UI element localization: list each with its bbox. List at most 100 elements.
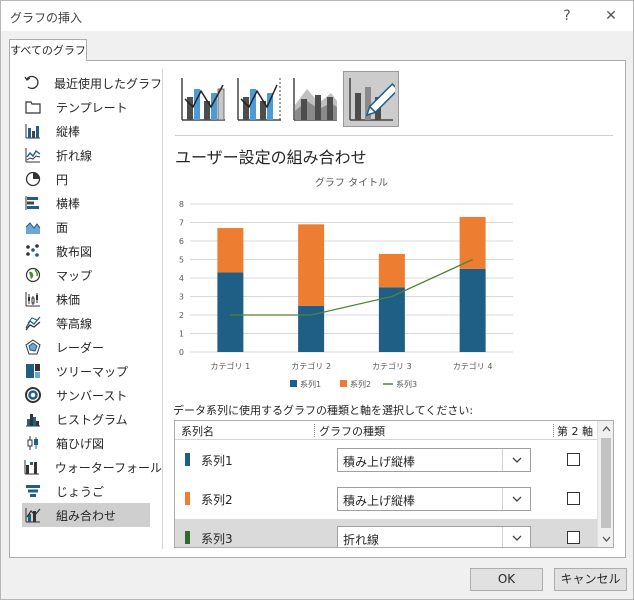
tab-all-charts[interactable]: すべてのグラフ — [9, 39, 87, 61]
line-chart-icon — [24, 146, 42, 164]
series-name: 系列1 — [201, 454, 233, 468]
series-name: 系列2 — [201, 493, 233, 507]
sidebar-item-label: 最近使用したグラフ — [54, 76, 163, 91]
sidebar-item-bar-chart[interactable]: 横棒 — [22, 191, 162, 215]
divider — [162, 69, 163, 549]
clustered-column-line-icon — [181, 78, 225, 121]
bar-chart-icon — [24, 194, 42, 212]
series-name: 系列3 — [201, 532, 233, 546]
secondary-axis-checkbox[interactable] — [567, 531, 580, 544]
subtype-clustered-column-line-secondary[interactable] — [231, 71, 287, 127]
sidebar-item-combo-chart[interactable]: 組み合わせ — [22, 503, 150, 527]
chevron-down-icon[interactable] — [502, 527, 530, 547]
scroll-thumb[interactable] — [601, 438, 611, 528]
sidebar-item-label: 株価 — [56, 292, 81, 307]
header-secondary-axis: 第 2 軸 — [557, 425, 593, 438]
cancel-button[interactable]: キャンセル — [554, 568, 627, 591]
legend-swatch — [340, 380, 347, 387]
y-tick-label: 6 — [179, 237, 184, 246]
sidebar-item-label: マップ — [56, 268, 93, 283]
pie-chart-icon — [24, 170, 42, 188]
series-row[interactable]: 系列3 折れ線 — [175, 519, 597, 547]
help-button[interactable]: ? — [553, 5, 581, 27]
sidebar-item-sunburst-chart[interactable]: サンバースト — [22, 383, 162, 407]
sidebar-item-label: テンプレート — [56, 100, 128, 115]
sidebar-item-waterfall-chart[interactable]: ウォーターフォール — [22, 455, 162, 479]
gallery-separator — [175, 135, 613, 136]
subtype-custom-combination[interactable] — [343, 71, 399, 127]
sidebar-item-label: 折れ線 — [56, 148, 93, 163]
sidebar-item-column-chart[interactable]: 縦棒 — [22, 119, 162, 143]
secondary-axis-checkbox[interactable] — [567, 453, 580, 466]
insert-chart-dialog: グラフの挿入 ? ✕ すべてのグラフ 最近使用したグラフ テンプレート 縦棒 折れ線円… — [0, 0, 634, 600]
sidebar-item-label: 箱ひげ図 — [56, 436, 105, 451]
column-chart-icon — [24, 122, 42, 140]
boxwhisker-chart-icon — [24, 434, 42, 452]
stock-chart-icon — [24, 290, 42, 308]
subtype-clustered-column-line[interactable] — [175, 71, 231, 127]
treemap-chart-icon — [24, 362, 42, 380]
sidebar-item-boxwhisker-chart[interactable]: 箱ひげ図 — [22, 431, 162, 455]
y-tick-label: 1 — [179, 330, 184, 339]
bar-series2 — [217, 228, 244, 273]
scroll-down-icon[interactable] — [598, 531, 613, 547]
sidebar-item-surface-chart[interactable]: 等高線 — [22, 311, 162, 335]
legend-swatch — [290, 380, 297, 387]
sidebar-item-recent[interactable]: 最近使用したグラフ — [22, 71, 162, 95]
chart-type-value: 折れ線 — [343, 533, 380, 547]
y-tick-label: 5 — [179, 256, 184, 265]
header-separator — [314, 424, 315, 437]
sidebar-item-folder[interactable]: テンプレート — [22, 95, 162, 119]
folder-icon — [24, 98, 42, 116]
sidebar-item-map-chart[interactable]: マップ — [22, 263, 162, 287]
sidebar-item-histogram-chart[interactable]: ヒストグラム — [22, 407, 162, 431]
bar-series2 — [378, 253, 405, 288]
sidebar-item-stock-chart[interactable]: 株価 — [22, 287, 162, 311]
legend-label: 系列2 — [350, 379, 371, 389]
sidebar-item-funnel-chart[interactable]: じょうご — [22, 479, 162, 503]
sidebar-item-label: 円 — [56, 172, 69, 187]
tab-panel: 最近使用したグラフ テンプレート 縦棒 折れ線円横棒面散布図 マップ 株価 等高線 レーダーツ… — [9, 60, 626, 558]
map-chart-icon — [24, 266, 42, 284]
histogram-chart-icon — [24, 410, 42, 428]
section-title: ユーザー設定の組み合わせ — [175, 148, 367, 167]
sidebar-item-label: サンバースト — [56, 388, 128, 403]
sidebar-item-treemap-chart[interactable]: ツリーマップ — [22, 359, 162, 383]
secondary-axis-checkbox[interactable] — [567, 492, 580, 505]
series-prompt: データ系列に使用するグラフの種類と軸を選択してください: — [173, 404, 474, 417]
sidebar-item-label: ウォーターフォール — [54, 460, 162, 475]
series-color-swatch — [185, 453, 190, 466]
line-series3 — [230, 258, 473, 316]
bar-series2 — [298, 224, 325, 306]
subtype-stacked-area-column[interactable] — [287, 71, 343, 127]
scroll-up-icon[interactable] — [598, 421, 613, 437]
sidebar-item-scatter-chart[interactable]: 散布図 — [22, 239, 162, 263]
radar-chart-icon — [24, 338, 42, 356]
x-tick-label: カテゴリ 1 — [211, 361, 251, 371]
x-tick-label: カテゴリ 3 — [372, 361, 412, 371]
chart-type-dropdown[interactable]: 積み上げ縦棒 — [337, 487, 531, 511]
sidebar-item-area-chart[interactable]: 面 — [22, 215, 162, 239]
bar-series1 — [459, 268, 486, 352]
series-row[interactable]: 系列1 積み上げ縦棒 — [175, 441, 597, 479]
sidebar-item-radar-chart[interactable]: レーダー — [22, 335, 162, 359]
sidebar-item-label: ツリーマップ — [56, 364, 129, 379]
chevron-down-icon[interactable] — [502, 488, 530, 510]
chart-type-dropdown[interactable]: 折れ線 — [337, 526, 531, 547]
custom-combination-pencil-icon — [349, 78, 395, 121]
chart-preview-svg: グラフ タイトル 0 1 2 3 4 5 6 7 8 カテゴリ 1 カテゴリ 2 カテゴリ 3 カテゴリ … — [179, 176, 513, 389]
sidebar-item-pie-chart[interactable]: 円 — [22, 167, 162, 191]
sidebar-item-label: 組み合わせ — [56, 508, 117, 523]
sidebar-item-label: レーダー — [56, 340, 105, 355]
sidebar-item-line-chart[interactable]: 折れ線 — [22, 143, 162, 167]
chevron-down-icon[interactable] — [502, 449, 530, 471]
series-row[interactable]: 系列2 積み上げ縦棒 — [175, 480, 597, 518]
ok-button[interactable]: OK — [470, 568, 543, 591]
chart-type-dropdown[interactable]: 積み上げ縦棒 — [337, 448, 531, 472]
header-separator — [553, 424, 554, 437]
title-bar: グラフの挿入 ? ✕ — [1, 1, 633, 31]
waterfall-chart-icon — [24, 458, 41, 476]
chart-subtype-gallery — [175, 71, 399, 131]
table-scrollbar[interactable] — [597, 421, 613, 547]
close-button[interactable]: ✕ — [597, 5, 625, 27]
